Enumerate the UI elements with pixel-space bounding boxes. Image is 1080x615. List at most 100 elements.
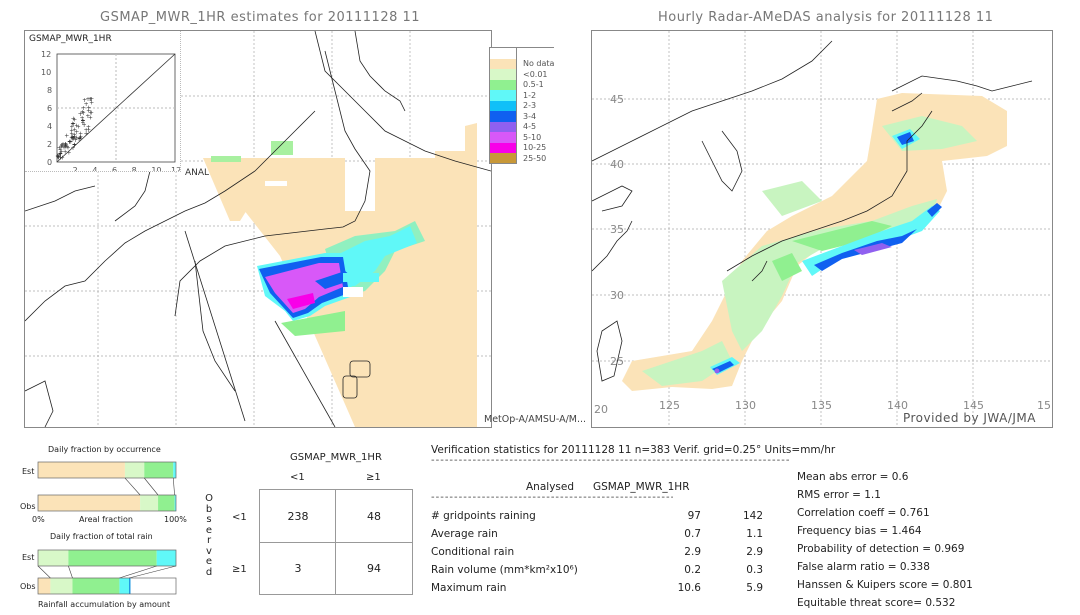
legend-item: No data <box>489 58 555 69</box>
scatter-point: + <box>81 117 86 124</box>
legend-label: 0.5-1 <box>523 80 544 90</box>
stats-row-estimate: 142 <box>742 510 763 522</box>
contingency-table: 238 48 3 94 <box>259 489 413 595</box>
radar-map: 45 40 35 30 25 20 125 130 135 140 145 15 Provided … <box>591 30 1053 428</box>
bar-connector <box>124 477 141 496</box>
scatter-plot: ++++ ++++++++++++++++++++++++++++++++++++… <box>41 50 180 171</box>
total-rain-obs-label: Obs <box>20 582 36 591</box>
score-item: Equitable threat score= 0.532 <box>797 597 956 609</box>
legend-swatch <box>489 121 517 132</box>
occurrence-x-label: Areal fraction <box>79 515 133 524</box>
bar-segment-est-1 <box>38 550 69 566</box>
bar-segment-obs-3 <box>119 578 130 594</box>
score-item: Correlation coeff = 0.761 <box>797 507 930 519</box>
latitude-tick: 20 <box>594 403 608 416</box>
scatter-y-tick: 8 <box>47 86 52 95</box>
stats-row: Maximum rain 10.6 5.9 <box>431 582 771 600</box>
scatter-point: + <box>58 154 63 161</box>
scatter-x-tick: 10 <box>151 166 161 171</box>
legend-swatch <box>489 69 517 80</box>
legend-item: 1-2 <box>489 90 554 101</box>
longitude-tick: 130 <box>735 399 756 412</box>
total-rain-chart <box>37 549 177 595</box>
stats-row-analysed: 2.9 <box>684 546 701 558</box>
precip-legend: No data <0.01 0.5-1 1-2 2-3 3-4 4-5 5-10 10-25 25… <box>489 47 555 164</box>
stats-row-label: Rain volume (mm*km²x10⁶) <box>431 564 578 576</box>
occurrence-est-label: Est <box>22 467 35 476</box>
estimate-map: GSMAP_MWR_1HR + + + + + + + + + + + + + + + + + + + + + + + + + +… <box>24 30 492 428</box>
latitude-ticks: 45 40 35 30 25 20 <box>594 93 624 416</box>
scatter-point: + <box>86 104 91 111</box>
legend-label: No data <box>523 59 555 69</box>
scatter-y-tick: 0 <box>47 158 52 167</box>
legend-label: 5-10 <box>523 132 542 142</box>
longitude-tick: 125 <box>659 399 680 412</box>
stats-row-label: Conditional rain <box>431 546 515 558</box>
contingency-cell-false-alarm: 48 <box>367 510 381 523</box>
legend-item: 3-4 <box>489 111 554 122</box>
stats-divider-2: ----------------------------------------… <box>431 492 673 503</box>
stats-row-analysed: 10.6 <box>677 582 701 594</box>
legend-swatch <box>489 48 517 59</box>
scatter-y-tick: 6 <box>47 104 52 113</box>
occurrence-chart <box>37 461 177 512</box>
legend-label: 4-5 <box>523 122 537 132</box>
scatter-y-tick: 12 <box>41 50 51 59</box>
scatter-y-tick: 4 <box>47 122 52 131</box>
bar-segment-obs-1 <box>50 578 73 594</box>
scatter-point: + <box>60 141 65 148</box>
legend-label: 2-3 <box>523 101 537 111</box>
bar-connector <box>37 565 51 579</box>
legend-swatch <box>489 111 517 122</box>
stats-row-analysed: 0.2 <box>684 564 701 576</box>
legend-swatch <box>489 79 517 90</box>
bar-connector <box>144 477 159 496</box>
legend-label: 10-25 <box>523 143 547 153</box>
scatter-x-ticks: 2 4 6 8 10 12 <box>73 166 180 171</box>
legend-swatch <box>489 142 517 153</box>
occurrence-x-right: 100% <box>164 515 187 524</box>
stats-row-estimate: 1.1 <box>746 528 763 540</box>
bar-segment-est-2 <box>144 462 174 478</box>
bar-connector <box>119 565 157 579</box>
scatter-point: + <box>88 96 93 103</box>
longitude-tick: 15 <box>1037 399 1051 412</box>
score-item: Frequency bias = 1.464 <box>797 525 922 537</box>
bar-segment-obs-2 <box>158 495 175 511</box>
legend-swatch <box>489 152 517 164</box>
latitude-tick: 35 <box>610 223 624 236</box>
total-rain-chart-title: Daily fraction of total rain <box>50 532 153 541</box>
scatter-point: + <box>69 124 74 131</box>
latitude-tick: 25 <box>610 355 624 368</box>
latitude-tick: 45 <box>610 93 624 106</box>
bar-segment-est-3 <box>173 462 176 478</box>
legend-label: <0.01 <box>523 69 548 79</box>
legend-label: 1-2 <box>523 90 537 100</box>
bar-segment-est-1 <box>124 462 145 478</box>
scatter-point: + <box>72 134 77 141</box>
contingency-cell-hit: 94 <box>367 562 381 575</box>
scatter-point: + <box>86 127 91 134</box>
scatter-inset: GSMAP_MWR_1HR + + + + + + + + + + + + + + + + + + + + + + + + + +… <box>25 31 181 172</box>
bar-segment-obs-4 <box>129 578 131 594</box>
scatter-x-tick: 8 <box>132 166 137 171</box>
longitude-tick: 135 <box>811 399 832 412</box>
total-rain-est-label: Est <box>22 553 35 562</box>
scatter-point: + <box>78 134 83 141</box>
stats-row-analysed: 97 <box>687 510 701 522</box>
scatter-point: + <box>80 109 85 116</box>
stats-row-estimate: 2.9 <box>746 546 763 558</box>
contingency-col-label-1: ≥1 <box>366 472 381 483</box>
scatter-y-tick: 10 <box>41 68 51 77</box>
score-item: False alarm ratio = 0.338 <box>797 561 930 573</box>
legend-item: <0.01 <box>489 69 554 80</box>
bar-segment-obs-0 <box>38 578 51 594</box>
stats-table: # gridpoints raining 97 142 Average rain 0.7… <box>431 510 771 600</box>
data-credit: Provided by JWA/JMA <box>902 411 1036 425</box>
occurrence-x-left: 0% <box>32 515 45 524</box>
stats-row-estimate: 0.3 <box>746 564 763 576</box>
stats-row: Conditional rain 2.9 2.9 <box>431 546 771 564</box>
stats-row-label: Maximum rain <box>431 582 507 594</box>
stats-row-analysed: 0.7 <box>684 528 701 540</box>
bar-segment-obs-1 <box>140 495 159 511</box>
